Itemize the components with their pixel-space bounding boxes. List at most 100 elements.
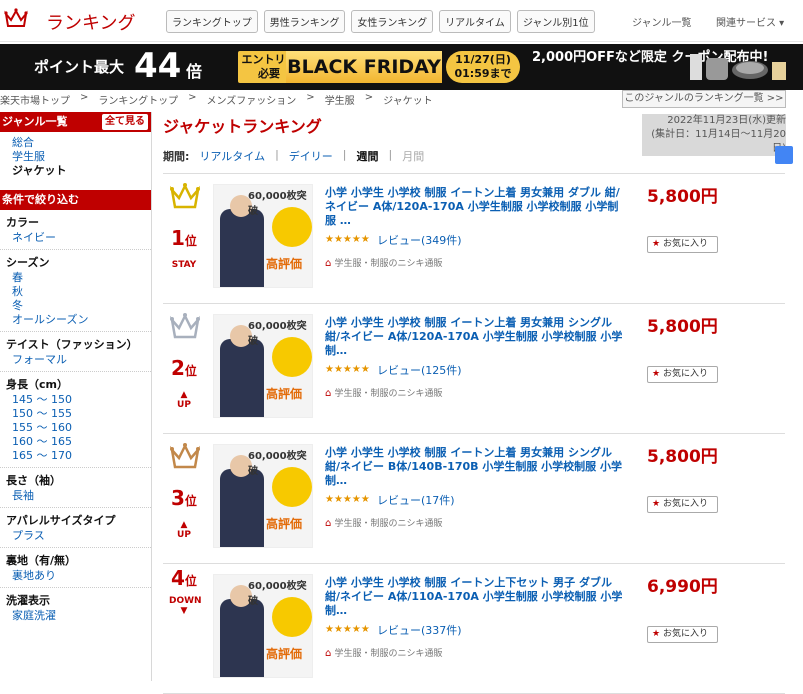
genre-ranking-list-button[interactable]: このジャンルのランキング一覧 >> bbox=[622, 90, 786, 108]
filter-option-lined[interactable]: 裏地あり bbox=[0, 569, 151, 583]
shop-link[interactable]: ⌂ 学生服・制服のニシキ通販 bbox=[325, 646, 443, 659]
review-link[interactable]: レビュー(349件) bbox=[377, 232, 462, 248]
filter-option-height-165[interactable]: 165 ～ 170 bbox=[0, 449, 151, 463]
tab-monthly: 月間 bbox=[402, 150, 425, 163]
nav-women-ranking[interactable]: 女性ランキング bbox=[351, 10, 434, 33]
rank-value: 2 bbox=[171, 356, 185, 380]
filter-lining-heading: 裏地（有/無） bbox=[6, 554, 77, 567]
image-sold-count: 60,000枚突破 bbox=[248, 581, 307, 607]
review-link[interactable]: レビュー(17件) bbox=[377, 492, 455, 508]
breadcrumb-school-uniform[interactable]: 学生服 bbox=[325, 92, 355, 107]
shop-link[interactable]: ⌂ 学生服・制服のニシキ通販 bbox=[325, 256, 443, 269]
sidebar-genre-all[interactable]: 総合 bbox=[0, 136, 151, 150]
sidebar: ジャンル一覧 全て見る 総合 学生服 ジャケット 条件で絞り込む カラー ネイビ… bbox=[0, 112, 152, 681]
divider bbox=[0, 467, 151, 468]
filter-option-spring[interactable]: 春 bbox=[0, 271, 151, 285]
shop-link[interactable]: ⌂ 学生服・制服のニシキ通販 bbox=[325, 386, 443, 399]
review-link[interactable]: レビュー(125件) bbox=[377, 362, 462, 378]
rating-stars: ★★★★★ bbox=[325, 624, 370, 635]
image-rating-text: 高評価 bbox=[266, 257, 303, 271]
product-title-link[interactable]: 小学 小学生 小学校 制服 イートン上着 男女兼用 シングル 紺/ネイビー B体… bbox=[325, 446, 625, 488]
product-image[interactable]: 60,000枚突破 高評価 bbox=[213, 184, 313, 288]
breadcrumb-ranking-top[interactable]: ランキングトップ bbox=[98, 92, 178, 107]
image-kid-body bbox=[220, 469, 264, 547]
rank-move-text: UP bbox=[177, 400, 191, 410]
nav-men-ranking[interactable]: 男性ランキング bbox=[263, 10, 346, 33]
favorite-button[interactable]: ★ お気に入り bbox=[647, 366, 718, 383]
product-title-link[interactable]: 小学 小学生 小学校 制服 イートン上着 男女兼用 ダブル 紺/ネイビー A体/… bbox=[325, 186, 625, 228]
image-sold-count: 60,000枚突破 bbox=[248, 451, 307, 477]
rank-move-down: DOWN ▼ bbox=[169, 596, 202, 616]
product-title-link[interactable]: 小学 小学生 小学校 制服 イートン上着 男女兼用 シングル 紺/ネイビー A体… bbox=[325, 316, 625, 358]
image-rating-text: 高評価 bbox=[266, 387, 303, 401]
rank-number: 4位 bbox=[171, 566, 197, 590]
favorite-button[interactable]: ★ お気に入り bbox=[647, 236, 718, 253]
product-image[interactable]: 60,000枚突破 高評価 bbox=[213, 314, 313, 418]
filter-option-winter[interactable]: 冬 bbox=[0, 299, 151, 313]
filter-heading: 条件で絞り込む bbox=[0, 190, 151, 210]
product-title-link[interactable]: 小学 小学生 小学校 制服 イートン上下セット 男子 ダブル 紺/ネイビー A体… bbox=[325, 576, 625, 618]
price: 5,800円 bbox=[647, 447, 718, 467]
filter-washing-heading: 洗濯表示 bbox=[6, 594, 50, 607]
rank-number: 3位 bbox=[171, 486, 197, 510]
filter-option-autumn[interactable]: 秋 bbox=[0, 285, 151, 299]
shop-icon: ⌂ bbox=[325, 388, 335, 399]
rank-unit: 位 bbox=[184, 574, 197, 588]
breadcrumb-mens-fashion[interactable]: メンズファッション bbox=[206, 92, 296, 107]
tab-weekly[interactable]: 週間 bbox=[357, 148, 379, 164]
favorite-button[interactable]: ★ お気に入り bbox=[647, 496, 718, 513]
shop-name: 学生服・制服のニシキ通販 bbox=[334, 259, 443, 269]
shop-link[interactable]: ⌂ 学生服・制服のニシキ通販 bbox=[325, 516, 443, 529]
nav-genre-first[interactable]: ジャンル別1位 bbox=[516, 10, 595, 33]
filter-option-long-sleeve[interactable]: 長袖 bbox=[0, 489, 151, 503]
banner-event-title: BLACK FRIDAY bbox=[286, 51, 442, 83]
translate-icon[interactable] bbox=[775, 146, 793, 164]
rank-value: 4 bbox=[171, 566, 185, 590]
shop-name: 学生服・制服のニシキ通販 bbox=[334, 649, 443, 659]
related-services-menu[interactable]: 関連サービス ▾ bbox=[716, 14, 784, 29]
favorite-label: お気に入り bbox=[662, 629, 708, 639]
filter-option-height-145[interactable]: 145 ～ 150 bbox=[0, 393, 151, 407]
filter-taste-heading: テイスト（ファッション） bbox=[6, 338, 138, 351]
filter-option-height-160[interactable]: 160 ～ 165 bbox=[0, 435, 151, 449]
image-kid-body bbox=[220, 339, 264, 417]
breadcrumb-rakuten-top[interactable]: 楽天市場トップ bbox=[0, 92, 70, 107]
filter-option-home-wash[interactable]: 家庭洗濯 bbox=[0, 609, 151, 623]
show-all-button[interactable]: 全て見る bbox=[102, 114, 148, 130]
silver-crown-icon bbox=[169, 313, 201, 339]
ranking-crown-icon[interactable] bbox=[4, 6, 28, 30]
product-image[interactable]: 60,000枚突破 高評価 bbox=[213, 574, 313, 678]
nav-ranking-top[interactable]: ランキングトップ bbox=[166, 10, 258, 33]
filter-option-height-155[interactable]: 155 ～ 160 bbox=[0, 421, 151, 435]
rank-unit: 位 bbox=[184, 234, 197, 248]
rating-stars: ★★★★★ bbox=[325, 234, 370, 245]
ranking-item: 1位 STAY 60,000枚突破 高評価 小学 小学生 小学校 制服 イートン… bbox=[163, 174, 785, 304]
tab-realtime[interactable]: リアルタイム bbox=[199, 148, 265, 164]
favorite-label: お気に入り bbox=[662, 239, 708, 249]
shop-name: 学生服・制服のニシキ通販 bbox=[334, 389, 443, 399]
filter-option-formal[interactable]: フォーマル bbox=[0, 353, 151, 367]
filter-size-type-heading: アパレルサイズタイプ bbox=[6, 514, 116, 527]
filter-option-all-season[interactable]: オールシーズン bbox=[0, 313, 151, 327]
breadcrumb-jacket[interactable]: ジャケット bbox=[383, 92, 433, 107]
ranking-logo-text[interactable]: ランキング bbox=[46, 9, 135, 35]
filter-option-plus[interactable]: プラス bbox=[0, 529, 151, 543]
sidebar-genre-school-uniform[interactable]: 学生服 bbox=[0, 150, 151, 164]
review-link[interactable]: レビュー(337件) bbox=[377, 622, 462, 638]
product-image[interactable]: 60,000枚突破 高評価 bbox=[213, 444, 313, 548]
price: 5,800円 bbox=[647, 187, 718, 207]
rank-move-text: UP bbox=[177, 530, 191, 540]
filter-option-navy[interactable]: ネイビー bbox=[0, 231, 151, 245]
nav-realtime[interactable]: リアルタイム bbox=[439, 10, 511, 33]
genre-list-link[interactable]: ジャンル一覧 bbox=[632, 14, 692, 29]
filter-option-height-150[interactable]: 150 ～ 155 bbox=[0, 407, 151, 421]
filter-color-heading: カラー bbox=[6, 216, 39, 229]
rating-stars: ★★★★★ bbox=[325, 364, 370, 375]
black-friday-banner[interactable]: ポイント最大 44 倍 エントリー 必要 BLACK FRIDAY 11/27(… bbox=[0, 44, 803, 90]
shop-name: 学生服・制服のニシキ通販 bbox=[334, 519, 443, 529]
banner-date: 11/27(日) 01:59まで bbox=[446, 51, 520, 83]
favorite-button[interactable]: ★ お気に入り bbox=[647, 626, 718, 643]
breadcrumb-sep: > bbox=[80, 92, 89, 103]
shop-icon: ⌂ bbox=[325, 648, 335, 659]
tab-daily[interactable]: デイリー bbox=[289, 148, 333, 164]
